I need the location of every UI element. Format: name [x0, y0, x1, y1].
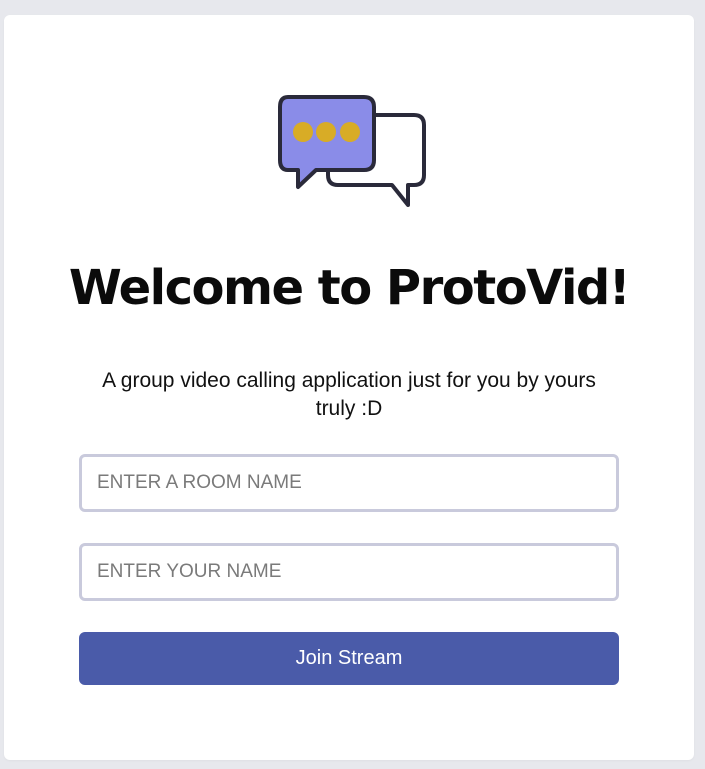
page-subtitle: A group video calling application just f…	[102, 369, 596, 420]
chat-bubbles-icon	[274, 80, 434, 210]
your-name-input[interactable]	[79, 543, 619, 601]
join-stream-button[interactable]: Join Stream	[79, 632, 619, 685]
join-card: Welcome to ProtoVid! A group video calli…	[4, 15, 694, 760]
page-title: Welcome to ProtoVid!	[68, 260, 631, 316]
room-name-input[interactable]	[79, 454, 619, 512]
